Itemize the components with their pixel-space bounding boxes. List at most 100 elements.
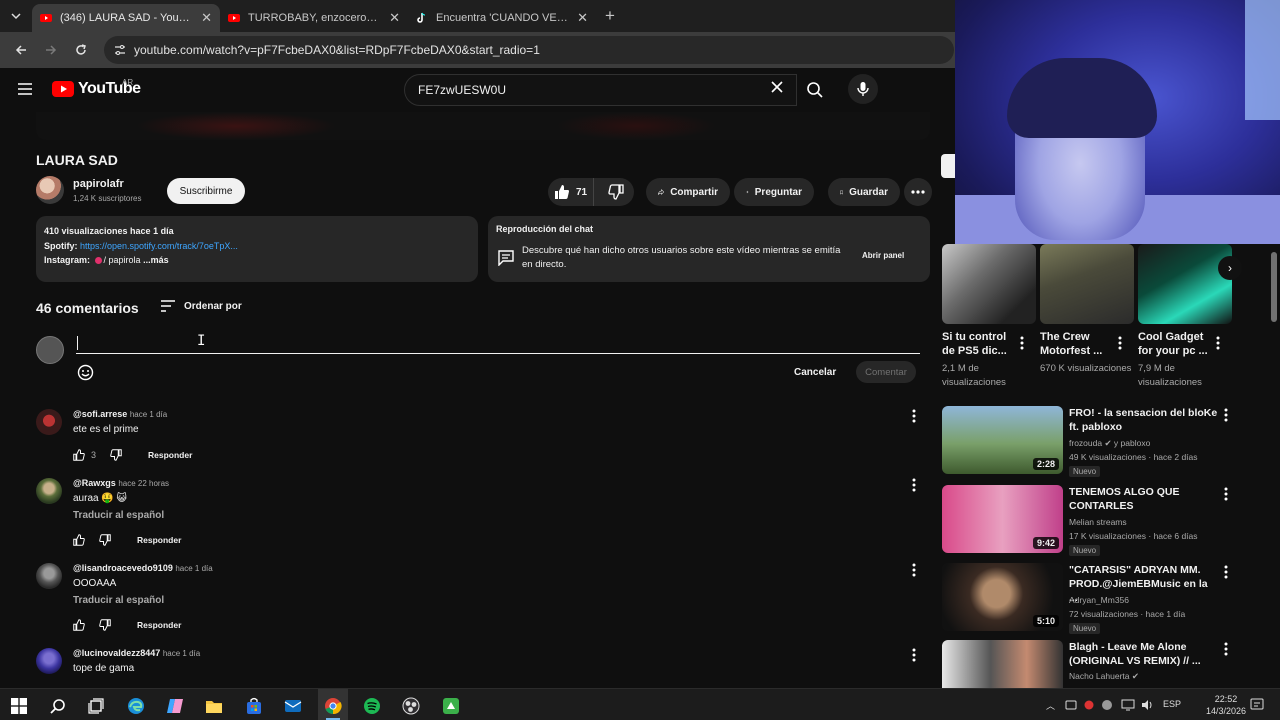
comment-menu-button[interactable]: [912, 409, 916, 423]
ask-button[interactable]: Preguntar: [734, 178, 814, 206]
short-item[interactable]: Si tu control de PS5 dic... 2,1 M de vis…: [942, 244, 1036, 390]
browser-tab-tiktok[interactable]: Encuentra 'CUANDO VEA A BA ✕: [408, 4, 596, 32]
task-view-button[interactable]: [85, 695, 107, 717]
short-thumbnail[interactable]: [1040, 244, 1134, 324]
close-tab-icon[interactable]: ✕: [577, 10, 588, 26]
taskbar-mail-icon[interactable]: [282, 695, 304, 717]
emoji-button[interactable]: [77, 364, 94, 381]
show-more-link[interactable]: ...más: [143, 255, 169, 265]
tray-overflow-icon[interactable]: ︿: [1046, 699, 1055, 712]
reply-button[interactable]: Responder: [137, 620, 181, 630]
comment-time[interactable]: hace 1 día: [130, 410, 167, 419]
video-thumbnail[interactable]: [942, 640, 1063, 688]
short-thumbnail[interactable]: [942, 244, 1036, 324]
video-title[interactable]: FRO! - la sensacion del bloKe ft. pablox…: [1069, 406, 1219, 434]
video-menu-button[interactable]: [1224, 487, 1228, 501]
taskbar-app-icon[interactable]: [440, 695, 462, 717]
video-description[interactable]: 410 visualizaciones hace 1 día Spotify: …: [36, 216, 478, 282]
video-thumbnail[interactable]: 2:28: [942, 406, 1063, 474]
tray-chrome-icon[interactable]: [1101, 699, 1113, 711]
search-input[interactable]: FE7zwUESW0U: [404, 74, 797, 106]
volume-icon[interactable]: [1141, 699, 1153, 711]
taskbar-spotify-icon[interactable]: [361, 695, 383, 717]
video-thumbnail[interactable]: 5:10: [942, 563, 1063, 631]
instagram-handle[interactable]: / papirola: [104, 255, 141, 265]
video-menu-button[interactable]: [1224, 642, 1228, 656]
search-button[interactable]: [797, 74, 833, 106]
recommended-video[interactable]: 2:28 FRO! - la sensacion del bloKe ft. p…: [942, 406, 1242, 478]
chip-edge[interactable]: [941, 154, 955, 178]
taskbar-copilot-icon[interactable]: [164, 695, 186, 717]
video-menu-button[interactable]: [1224, 408, 1228, 422]
back-button[interactable]: [8, 37, 34, 63]
site-settings-icon[interactable]: [114, 44, 126, 56]
taskbar-obs-icon[interactable]: [400, 695, 422, 717]
sort-comments-button[interactable]: Ordenar por: [160, 300, 242, 312]
tray-app-icon[interactable]: [1065, 699, 1077, 711]
commenter-handle[interactable]: @lucinovaldezz8447: [73, 648, 160, 658]
video-thumbnail[interactable]: 9:42: [942, 485, 1063, 553]
menu-button[interactable]: [16, 80, 34, 98]
thumbs-down-icon[interactable]: [99, 534, 111, 546]
video-channel[interactable]: Melian streams: [1069, 517, 1127, 527]
submit-comment-button[interactable]: Comentar: [856, 361, 916, 383]
browser-tab-turrobaby[interactable]: TURROBABY, enzocerobulto - L ✕: [220, 4, 408, 32]
channel-avatar[interactable]: [36, 176, 64, 204]
commenter-handle[interactable]: @lisandroacevedo9109: [73, 563, 173, 573]
close-tab-icon[interactable]: ✕: [389, 10, 400, 26]
page-scrollbar[interactable]: [1268, 244, 1280, 690]
thumbs-down-icon[interactable]: [110, 449, 122, 461]
video-title[interactable]: Blagh - Leave Me Alone (ORIGINAL VS REMI…: [1069, 640, 1219, 668]
start-button[interactable]: [8, 695, 30, 717]
tab-search-button[interactable]: [0, 0, 32, 32]
notification-icon[interactable]: [1250, 698, 1264, 712]
comment-menu-button[interactable]: [912, 648, 916, 662]
taskbar-store-icon[interactable]: [243, 695, 265, 717]
open-panel-button[interactable]: Abrir panel: [862, 251, 904, 260]
short-menu-button[interactable]: [1020, 336, 1024, 350]
video-menu-button[interactable]: [1224, 565, 1228, 579]
comment-time[interactable]: hace 1 día: [175, 564, 212, 573]
short-thumbnail[interactable]: [1138, 244, 1232, 324]
recommended-video[interactable]: 5:10 "CATARSIS" ADRYAN MM. PROD.@JiemEBM…: [942, 563, 1242, 635]
clear-search-button[interactable]: [770, 80, 784, 94]
share-button[interactable]: Compartir: [646, 178, 730, 206]
commenter-avatar[interactable]: [36, 563, 62, 589]
video-channel[interactable]: Adryan_Mm356: [1069, 595, 1129, 605]
commenter-handle[interactable]: @sofi.arrese: [73, 409, 127, 419]
reply-button[interactable]: Responder: [148, 450, 192, 460]
input-language[interactable]: ESP: [1163, 699, 1181, 709]
video-channel[interactable]: Nacho Lahuerta ✔: [1069, 671, 1139, 682]
close-tab-icon[interactable]: ✕: [201, 10, 212, 26]
tray-record-icon[interactable]: [1083, 699, 1095, 711]
short-title[interactable]: Cool Gadget for your pc ...: [1138, 330, 1218, 358]
shorts-next-button[interactable]: ›: [1218, 256, 1242, 280]
thumbs-up-icon[interactable]: [73, 619, 85, 631]
comment-time[interactable]: hace 22 horas: [118, 479, 169, 488]
taskbar-chrome-icon[interactable]: [322, 695, 344, 717]
short-menu-button[interactable]: [1118, 336, 1122, 350]
reply-button[interactable]: Responder: [137, 535, 181, 545]
translate-link[interactable]: Traducir al español: [73, 595, 164, 606]
subscribe-button[interactable]: Suscribirme: [167, 178, 245, 204]
translate-link[interactable]: Traducir al español: [73, 510, 164, 521]
recommended-video[interactable]: 9:42 TENEMOS ALGO QUE CONTARLES Melian s…: [942, 485, 1242, 557]
video-title[interactable]: TENEMOS ALGO QUE CONTARLES: [1069, 485, 1219, 513]
cancel-comment-button[interactable]: Cancelar: [786, 362, 844, 382]
video-player[interactable]: [36, 112, 930, 140]
browser-tab-youtube[interactable]: (346) LAURA SAD - YouTube ✕: [32, 4, 220, 32]
system-clock[interactable]: 22:52 14/3/2026: [1202, 693, 1250, 717]
commenter-handle[interactable]: @Rawxgs: [73, 478, 116, 488]
short-item[interactable]: The Crew Motorfest ... 670 K visualizaci…: [1040, 244, 1134, 376]
short-menu-button[interactable]: [1216, 336, 1220, 350]
voice-search-button[interactable]: [848, 74, 878, 104]
save-button[interactable]: Guardar: [828, 178, 900, 206]
more-actions-button[interactable]: [904, 178, 932, 206]
forward-button[interactable]: [38, 37, 64, 63]
thumbs-down-icon[interactable]: [99, 619, 111, 631]
reload-button[interactable]: [68, 37, 94, 63]
dislike-button[interactable]: [600, 184, 624, 200]
short-title[interactable]: The Crew Motorfest ...: [1040, 330, 1120, 358]
comment-menu-button[interactable]: [912, 478, 916, 492]
commenter-avatar[interactable]: [36, 478, 62, 504]
